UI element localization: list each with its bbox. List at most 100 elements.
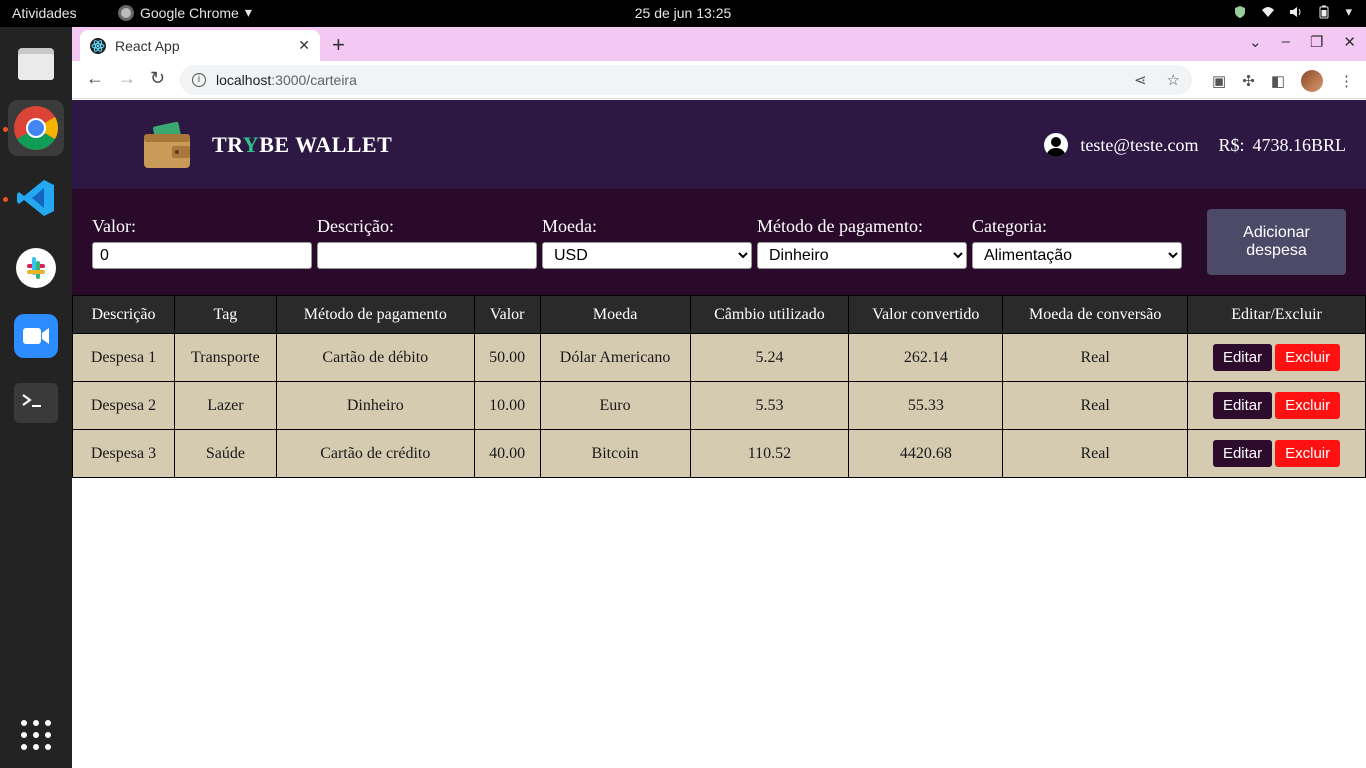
- puzzle-icon[interactable]: ✣: [1242, 72, 1255, 90]
- site-info-icon[interactable]: i: [192, 73, 206, 87]
- tab-title: React App: [115, 37, 180, 54]
- category-label: Categoria:: [972, 216, 1047, 236]
- kebab-menu-icon[interactable]: ⋮: [1339, 72, 1354, 90]
- wifi-icon: [1262, 7, 1275, 17]
- table-row: Despesa 2 Lazer Dinheiro 10.00 Euro 5.53…: [72, 381, 1366, 430]
- new-tab-button[interactable]: +: [332, 32, 345, 58]
- show-apps-button[interactable]: [8, 707, 64, 763]
- restore-button[interactable]: ❐: [1310, 33, 1323, 51]
- address-bar[interactable]: i localhost:3000/carteira ⋖ ☆: [180, 65, 1192, 95]
- cell-conversion-currency: Real: [1002, 429, 1189, 478]
- cell-exchange-rate: 110.52: [689, 429, 850, 478]
- shield-icon: [1235, 6, 1246, 18]
- table-row: Despesa 1 Transporte Cartão de débito 50…: [72, 333, 1366, 382]
- cell-currency: Dólar Americano: [539, 333, 691, 382]
- column-header: Tag: [173, 295, 277, 334]
- close-tab-icon[interactable]: ✕: [298, 37, 310, 54]
- cell-actions: Editar Excluir: [1187, 381, 1366, 430]
- expenses-table: Descrição Tag Método de pagamento Valor …: [72, 295, 1366, 478]
- cell-tag: Lazer: [173, 381, 277, 430]
- tab-react-app[interactable]: React App ✕: [80, 30, 320, 61]
- cell-tag: Transporte: [173, 333, 277, 382]
- description-input[interactable]: [317, 242, 537, 269]
- cell-converted-value: 55.33: [848, 381, 1004, 430]
- cell-exchange-rate: 5.24: [689, 333, 850, 382]
- activities-button[interactable]: Atividades: [12, 5, 77, 21]
- brand-prefix: TR: [212, 132, 243, 157]
- category-field: Categoria: Alimentação: [972, 216, 1182, 269]
- dock-terminal[interactable]: [8, 375, 64, 431]
- tab-search-icon[interactable]: ⌄: [1249, 33, 1262, 51]
- cell-conversion-currency: Real: [1002, 381, 1189, 430]
- user-avatar-icon: [1044, 133, 1069, 157]
- delete-button[interactable]: Excluir: [1275, 440, 1341, 467]
- dock: [0, 27, 72, 768]
- share-icon[interactable]: ⋖: [1134, 71, 1147, 89]
- value-label: Valor:: [92, 216, 136, 236]
- app-content: TRYBE WALLET teste@teste.com R$: 4738.16…: [72, 100, 1366, 768]
- value-input[interactable]: [92, 242, 312, 269]
- total-label: R$:: [1218, 134, 1245, 155]
- slack-icon: [16, 248, 56, 288]
- profile-avatar[interactable]: [1301, 70, 1323, 92]
- edit-button[interactable]: Editar: [1212, 440, 1273, 467]
- system-tray[interactable]: ▾: [1233, 4, 1352, 20]
- grid-icon: [21, 720, 51, 750]
- currency-label: Moeda:: [542, 216, 597, 236]
- dock-chrome[interactable]: [8, 100, 64, 156]
- folder-icon: [18, 48, 54, 80]
- cell-converted-value: 4420.68: [848, 429, 1004, 478]
- reload-button[interactable]: ↻: [150, 68, 165, 89]
- table-header-row: Descrição Tag Método de pagamento Valor …: [72, 295, 1366, 334]
- bookmark-star-icon[interactable]: ☆: [1167, 71, 1180, 89]
- edit-button[interactable]: Editar: [1212, 344, 1273, 371]
- description-field: Descrição:: [317, 216, 537, 269]
- column-header: Descrição: [72, 295, 175, 334]
- user-email: teste@teste.com: [1080, 134, 1199, 155]
- dock-vscode[interactable]: [8, 170, 64, 226]
- user-info: teste@teste.com R$: 4738.16BRL: [1044, 133, 1346, 157]
- cell-method: Cartão de crédito: [275, 429, 475, 478]
- url-host: localhost: [216, 72, 272, 88]
- table-row: Despesa 3 Saúde Cartão de crédito 40.00 …: [72, 429, 1366, 478]
- vscode-icon: [17, 180, 54, 216]
- extensions-area: ▣ ✣ ◧ ⋮: [1212, 70, 1354, 92]
- dock-slack[interactable]: [8, 240, 64, 296]
- cell-value: 40.00: [473, 429, 541, 478]
- window-controls: ⌄ – ❐ ✕: [1249, 33, 1356, 51]
- delete-button[interactable]: Excluir: [1275, 392, 1341, 419]
- method-select[interactable]: Dinheiro: [757, 242, 967, 269]
- back-button[interactable]: ←: [86, 68, 104, 89]
- currency-select[interactable]: USD: [542, 242, 752, 269]
- cell-value: 50.00: [473, 333, 541, 382]
- delete-button[interactable]: Excluir: [1275, 344, 1341, 371]
- forward-button[interactable]: →: [118, 68, 136, 89]
- add-expense-label-2: despesa: [1246, 242, 1307, 259]
- cell-value: 10.00: [473, 381, 541, 430]
- volume-icon: [1290, 7, 1301, 17]
- chevron-down-icon: ▾: [1345, 4, 1352, 19]
- edit-button[interactable]: Editar: [1212, 392, 1273, 419]
- app-menu[interactable]: Google Chrome ▾: [118, 4, 252, 21]
- method-label: Método de pagamento:: [757, 216, 923, 236]
- column-header: Valor: [473, 295, 541, 334]
- column-header: Moeda de conversão: [1002, 295, 1189, 334]
- close-window-button[interactable]: ✕: [1343, 33, 1356, 51]
- minimize-button[interactable]: –: [1282, 33, 1290, 51]
- system-top-bar: Atividades Google Chrome ▾ 25 de jun 13:…: [0, 0, 1366, 27]
- react-icon: [90, 37, 106, 54]
- extension-m-icon[interactable]: ▣: [1212, 72, 1226, 90]
- cell-description: Despesa 3: [72, 429, 175, 478]
- chrome-icon: [118, 4, 134, 21]
- cell-actions: Editar Excluir: [1187, 333, 1366, 382]
- cell-currency: Euro: [539, 381, 691, 430]
- category-select[interactable]: Alimentação: [972, 242, 1182, 269]
- browser-toolbar: ← → ↻ i localhost:3000/carteira ⋖ ☆ ▣ ✣ …: [72, 61, 1366, 99]
- brand-suffix: BE WALLET: [259, 132, 393, 157]
- add-expense-button[interactable]: Adicionar despesa: [1207, 209, 1346, 275]
- dock-files[interactable]: [8, 35, 64, 91]
- side-panel-icon[interactable]: ◧: [1271, 72, 1285, 90]
- column-header: Câmbio utilizado: [689, 295, 850, 334]
- dock-zoom[interactable]: [8, 308, 64, 364]
- tab-strip: React App ✕ + ⌄ – ❐ ✕: [72, 27, 1366, 61]
